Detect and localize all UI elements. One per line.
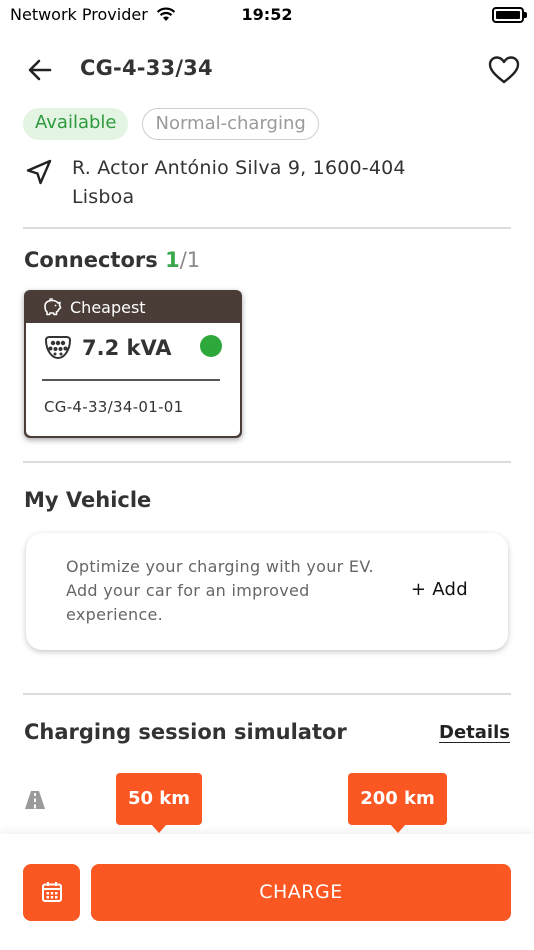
bottom-action-bar: CHARGE xyxy=(0,834,534,950)
charging-type-badge: Normal-charging xyxy=(142,108,319,140)
status-badges: Available Normal-charging xyxy=(23,108,319,140)
charge-button[interactable]: CHARGE xyxy=(91,864,511,921)
back-arrow-icon[interactable] xyxy=(24,54,56,86)
address-line-1: R. Actor António Silva 9, 1600-404 xyxy=(72,157,406,179)
calendar-icon xyxy=(42,882,62,902)
connector-status-dot xyxy=(200,335,222,357)
battery-icon xyxy=(492,7,527,23)
clock: 19:52 xyxy=(241,5,293,24)
vehicle-card[interactable]: Optimize your charging with your EV. Add… xyxy=(26,533,508,650)
connectors-title: Connectors xyxy=(24,248,158,272)
heart-icon[interactable] xyxy=(486,52,522,88)
range-tag-50[interactable]: 50 km xyxy=(116,773,202,833)
status-bar: Network Provider 19:52 xyxy=(0,0,534,32)
header: CG-4-33/34 xyxy=(0,50,534,90)
station-title: CG-4-33/34 xyxy=(80,56,213,80)
range-tag-200[interactable]: 200 km xyxy=(348,773,447,833)
connectors-total-count: /1 xyxy=(179,248,201,272)
connectors-available-count: 1 xyxy=(165,248,180,272)
schedule-button[interactable] xyxy=(23,864,80,921)
ribbon-label: Cheapest xyxy=(70,297,146,317)
divider xyxy=(23,461,511,463)
connector-card-body: 7.2 kVA CG-4-33/34-01-01 xyxy=(26,323,240,436)
add-vehicle-button[interactable]: + Add xyxy=(411,579,468,600)
details-link[interactable]: Details xyxy=(439,722,510,743)
type2-plug-icon xyxy=(44,336,72,360)
connector-id: CG-4-33/34-01-01 xyxy=(44,398,184,416)
road-icon xyxy=(25,791,45,809)
connector-card[interactable]: Cheapest 7.2 kVA CG-4-33/34-01-01 xyxy=(24,290,242,438)
availability-badge: Available xyxy=(23,108,129,140)
my-vehicle-title: My Vehicle xyxy=(24,488,152,512)
connectors-heading: Connectors 1/1 xyxy=(24,248,200,272)
vehicle-description: Optimize your charging with your EV. Add… xyxy=(66,557,374,624)
connector-power: 7.2 kVA xyxy=(82,336,172,360)
address-text: R. Actor António Silva 9, 1600-404 Lisbo… xyxy=(72,154,492,212)
address-line-2: Lisboa xyxy=(72,186,135,208)
divider xyxy=(23,693,511,695)
navigation-arrow-icon[interactable] xyxy=(24,158,54,188)
card-divider xyxy=(42,379,220,381)
cheapest-ribbon: Cheapest xyxy=(24,290,242,324)
divider xyxy=(23,227,511,229)
simulator-title: Charging session simulator xyxy=(24,720,347,744)
piggy-bank-icon xyxy=(44,298,62,316)
